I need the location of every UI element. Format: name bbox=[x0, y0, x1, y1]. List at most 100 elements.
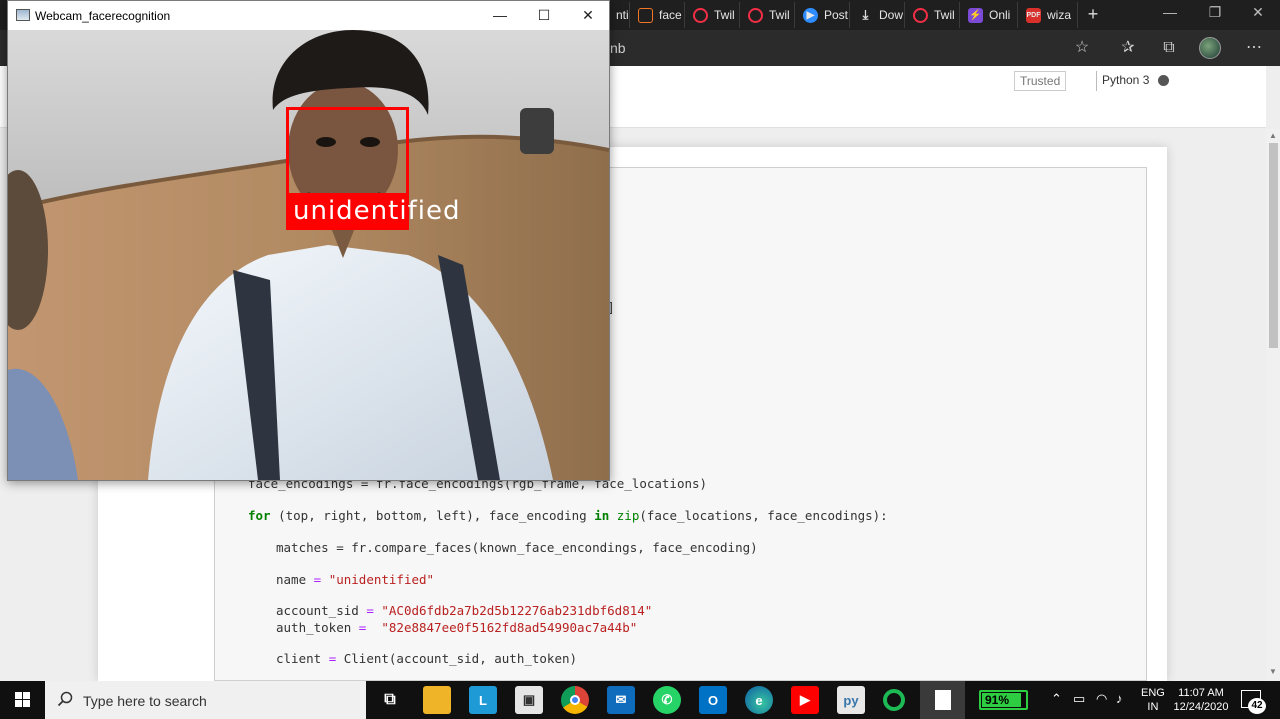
code-text: account_sid bbox=[276, 603, 367, 618]
face-bounding-box bbox=[286, 107, 409, 196]
profile-avatar[interactable] bbox=[1199, 37, 1221, 59]
battery-icon[interactable]: ▭ bbox=[1073, 691, 1085, 707]
language-code: ENG bbox=[1141, 687, 1165, 699]
store-icon[interactable]: ▣ bbox=[515, 686, 543, 714]
tab-label: nti bbox=[616, 8, 629, 22]
string-literal: "82e8847ee0f5162fd8ad54990ac7a44b" bbox=[366, 620, 638, 635]
code-line: auth_token = "82e8847ee0f5162fd8ad54990a… bbox=[276, 620, 637, 635]
minimize-button[interactable]: — bbox=[1150, 4, 1190, 20]
close-button[interactable]: ✕ bbox=[1238, 4, 1278, 21]
battery-indicator[interactable]: 91% bbox=[979, 690, 1028, 710]
tab-twilio-3[interactable]: Twil bbox=[905, 2, 960, 28]
edge-icon[interactable]: e bbox=[745, 686, 773, 714]
loading-app-icon[interactable] bbox=[883, 689, 905, 711]
window-title: Webcam_facerecognition bbox=[35, 9, 171, 23]
battery-percent: 91% bbox=[985, 693, 1010, 707]
tab-post[interactable]: ▶ Post bbox=[795, 2, 850, 28]
code-text: auth_token bbox=[276, 620, 359, 635]
twilio-tab-icon bbox=[748, 7, 763, 23]
code-line: matches = fr.compare_faces(known_face_en… bbox=[276, 540, 758, 555]
python-file-icon[interactable]: py bbox=[837, 686, 865, 714]
tab-label: Twil bbox=[769, 8, 790, 22]
code-text: name bbox=[276, 572, 314, 587]
tab-label: Dow bbox=[879, 8, 904, 22]
taskbar: Type here to search ⧉ L ▣ ✉ ✆ O e ▶ py 9… bbox=[0, 681, 1280, 719]
page-scrollbar[interactable]: ▲ ▼ bbox=[1266, 129, 1280, 681]
scrollbar-thumb[interactable] bbox=[1269, 143, 1278, 348]
windows-logo-icon bbox=[15, 700, 22, 707]
file-explorer-icon[interactable] bbox=[423, 686, 451, 714]
tab-face[interactable]: face bbox=[630, 2, 685, 28]
task-view-icon[interactable]: ⧉ bbox=[376, 686, 404, 714]
code-line: name = "unidentified" bbox=[276, 572, 434, 587]
more-menu-icon[interactable]: ⋯ bbox=[1243, 37, 1265, 59]
notification-count: 42 bbox=[1248, 698, 1266, 714]
close-button[interactable]: ✕ bbox=[566, 1, 610, 30]
code-text: (top, right, bottom, left), face_encodin… bbox=[270, 508, 595, 523]
notepad-taskbar-button[interactable] bbox=[920, 681, 965, 719]
favorite-star-icon[interactable]: ☆ bbox=[1071, 37, 1093, 59]
chrome-center bbox=[570, 695, 580, 705]
webcam-image bbox=[8, 30, 609, 480]
tab-label: Onli bbox=[989, 8, 1011, 22]
twilio-tab-icon bbox=[913, 7, 928, 23]
code-text: Client(account_sid, auth_token) bbox=[336, 651, 578, 666]
pdf-tab-icon: PDF bbox=[1026, 7, 1041, 23]
code-line: account_sid = "AC0d6fdb2a7b2d5b12276ab23… bbox=[276, 603, 652, 618]
time: 11:07 AM bbox=[1178, 687, 1224, 699]
scroll-down-icon[interactable]: ▼ bbox=[1268, 667, 1278, 677]
tab-online[interactable]: ⚡ Onli bbox=[960, 2, 1018, 28]
address-bar[interactable]: nb bbox=[606, 34, 1106, 62]
mail-icon[interactable]: ✉ bbox=[607, 686, 635, 714]
volume-icon[interactable]: ♪ bbox=[1116, 691, 1123, 706]
whatsapp-icon[interactable]: ✆ bbox=[653, 686, 681, 714]
chevron-up-icon[interactable]: ⌃ bbox=[1051, 691, 1062, 707]
tab-twilio-2[interactable]: Twil bbox=[740, 2, 795, 28]
keyword: for bbox=[248, 508, 271, 523]
tab-label: Twil bbox=[934, 8, 955, 22]
kernel-status-icon bbox=[1158, 75, 1169, 86]
lightning-tab-icon: ⚡ bbox=[968, 7, 983, 23]
region-code: IN bbox=[1147, 701, 1159, 713]
tab-wizard[interactable]: PDF wiza bbox=[1018, 2, 1078, 28]
code-line: client = Client(account_sid, auth_token) bbox=[276, 651, 577, 666]
language-indicator[interactable]: ENG IN bbox=[1141, 686, 1165, 714]
tab-label: Twil bbox=[714, 8, 735, 22]
tab-label: Post bbox=[824, 8, 849, 22]
youtube-icon[interactable]: ▶ bbox=[791, 686, 819, 714]
chrome-icon[interactable] bbox=[561, 686, 589, 714]
window-app-icon bbox=[16, 9, 30, 21]
tab-label: wiza bbox=[1047, 8, 1072, 22]
tab-twilio-1[interactable]: Twil bbox=[685, 2, 740, 28]
divider bbox=[1096, 71, 1097, 91]
outlook-icon[interactable]: O bbox=[699, 686, 727, 714]
collections-icon[interactable]: ⧉ bbox=[1158, 37, 1180, 59]
string-literal: "unidentified" bbox=[321, 572, 435, 587]
minimize-button[interactable]: — bbox=[478, 1, 522, 30]
windows-logo-icon bbox=[23, 692, 30, 699]
face-label: unidentified bbox=[293, 196, 461, 226]
twilio-tab-icon bbox=[693, 7, 708, 23]
webcam-titlebar[interactable]: Webcam_facerecognition — ☐ ✕ bbox=[8, 1, 609, 30]
zoom-tab-icon: ▶ bbox=[803, 7, 818, 23]
favorites-list-icon[interactable]: ✰ bbox=[1117, 37, 1139, 59]
code-text: (face_locations, face_encodings): bbox=[639, 508, 888, 523]
kernel-name[interactable]: Python 3 bbox=[1102, 73, 1149, 87]
lync-app-icon[interactable]: L bbox=[469, 686, 497, 714]
tab-download[interactable]: ⤓ Dow bbox=[850, 2, 905, 28]
trusted-indicator[interactable]: Trusted bbox=[1014, 71, 1067, 91]
jupyter-tab-icon bbox=[638, 7, 653, 23]
new-tab-button[interactable]: + bbox=[1082, 4, 1104, 25]
webcam-window[interactable]: Webcam_facerecognition — ☐ ✕ unidentifie… bbox=[7, 0, 610, 481]
tab-notebook[interactable]: nti bbox=[608, 2, 630, 28]
wifi-icon[interactable]: ◠ bbox=[1096, 691, 1107, 707]
maximize-button[interactable]: ☐ bbox=[522, 1, 566, 30]
scroll-up-icon[interactable]: ▲ bbox=[1268, 131, 1278, 141]
windows-logo-icon bbox=[15, 692, 22, 699]
clock[interactable]: 11:07 AM 12/24/2020 bbox=[1170, 686, 1232, 714]
start-button[interactable] bbox=[0, 681, 45, 719]
string-literal: "AC0d6fdb2a7b2d5b12276ab231dbf6d814" bbox=[373, 603, 653, 618]
restore-button[interactable]: ❐ bbox=[1195, 4, 1235, 21]
search-icon bbox=[57, 691, 73, 707]
